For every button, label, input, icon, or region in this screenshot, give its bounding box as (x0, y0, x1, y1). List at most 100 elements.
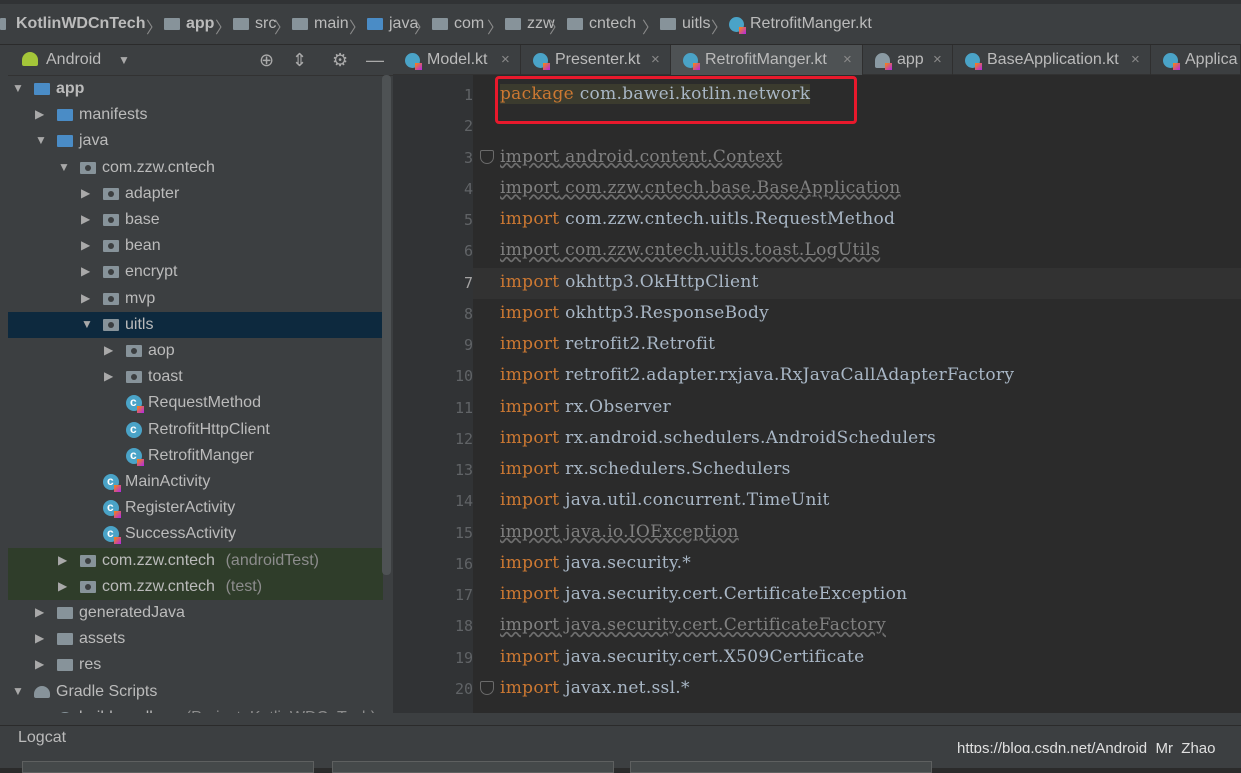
tree-item[interactable]: ▶ manifests (8, 102, 383, 128)
tree-item[interactable]: ▶ res (8, 652, 383, 678)
fold-marker-icon[interactable] (480, 149, 494, 164)
device-selector[interactable] (22, 761, 314, 773)
code-editor[interactable]: package com.bawei.kotlin.network import a… (473, 75, 1241, 713)
code-line[interactable]: import com.zzw.cntech.base.BaseApplicati… (500, 178, 901, 198)
chevron-down-icon[interactable]: ▼ (12, 81, 24, 95)
chevron-right-icon[interactable]: ▶ (58, 553, 67, 567)
chevron-right-icon[interactable]: ▶ (35, 657, 44, 671)
tree-item[interactable]: ▶ bean (8, 233, 383, 259)
breadcrumb-item[interactable]: app (164, 12, 214, 36)
tree-item[interactable]: ▶ com.zzw.cntech (test) (8, 573, 383, 600)
process-selector[interactable] (332, 761, 614, 773)
code-line[interactable]: import java.security.cert.X509Certificat… (500, 647, 865, 667)
locate-icon[interactable]: ⊕ (259, 50, 274, 71)
tree-item[interactable]: ▶ generatedJava (8, 600, 383, 626)
chevron-down-icon[interactable]: ▼ (58, 160, 70, 174)
chevron-down-icon[interactable]: ▼ (12, 684, 24, 698)
tree-item-label: encrypt (125, 263, 178, 281)
package-icon (660, 18, 676, 30)
tree-item[interactable]: ▶ com.zzw.cntech (androidTest) (8, 547, 383, 574)
chevron-right-icon[interactable]: ▶ (81, 264, 90, 278)
close-icon[interactable]: × (1131, 51, 1140, 68)
hide-icon[interactable]: — (366, 50, 384, 71)
editor-tab[interactable]: app × (863, 45, 953, 75)
editor-tab[interactable]: Applica (1151, 45, 1241, 75)
tree-item[interactable]: ▶ base (8, 207, 383, 233)
tree-item[interactable]: ▼ Gradle Scripts (8, 679, 383, 705)
breadcrumb-item[interactable]: cntech (567, 12, 636, 36)
tree-item[interactable]: ▶ toast (8, 364, 383, 390)
chevron-right-icon[interactable]: ▶ (35, 107, 44, 121)
breadcrumb-item[interactable]: KotlinWDCnTech (0, 12, 145, 36)
log-level-selector[interactable] (630, 761, 932, 773)
collapse-all-icon[interactable]: ⇕ (292, 50, 307, 71)
breadcrumb-item[interactable]: zzw (505, 12, 555, 36)
code-line[interactable]: import retrofit2.Retrofit (500, 334, 715, 354)
code-line[interactable]: import java.util.concurrent.TimeUnit (500, 490, 830, 510)
code-line[interactable]: import android.content.Context (500, 147, 782, 167)
close-icon[interactable]: × (651, 51, 660, 68)
fold-marker-icon[interactable] (480, 680, 494, 695)
chevron-right-icon[interactable]: ▶ (104, 343, 113, 357)
tree-item[interactable]: c MainActivity (8, 469, 383, 495)
line-number: 11 (454, 398, 473, 417)
breadcrumb-item[interactable]: src (233, 12, 276, 36)
code-line[interactable]: import retrofit2.adapter.rxjava.RxJavaCa… (500, 365, 1014, 385)
tree-item[interactable]: ▶ aop (8, 338, 383, 364)
breadcrumb-item[interactable]: com (432, 12, 484, 36)
code-line[interactable]: import javax.net.ssl.* (500, 678, 690, 698)
chevron-down-icon[interactable]: ▼ (35, 133, 47, 147)
chevron-down-icon[interactable]: ▼ (81, 317, 93, 331)
tree-item[interactable]: ▶ adapter (8, 181, 383, 207)
editor-tab[interactable]: RetrofitManger.kt × (671, 45, 863, 75)
code-line[interactable]: import rx.schedulers.Schedulers (500, 459, 791, 479)
logcat-tab[interactable]: Logcat (18, 729, 66, 747)
tree-item[interactable]: ▼ java (8, 128, 383, 154)
code-line[interactable]: import rx.android.schedulers.AndroidSche… (500, 428, 936, 448)
code-line[interactable]: import okhttp3.OkHttpClient (500, 272, 759, 292)
code-line[interactable]: import com.zzw.cntech.uitls.toast.LogUti… (500, 240, 880, 260)
chevron-right-icon[interactable]: ▶ (58, 579, 67, 593)
code-line[interactable]: import java.io.IOException (500, 522, 739, 542)
chevron-right-icon[interactable]: ▶ (81, 238, 90, 252)
code-line[interactable]: import java.security.cert.CertificateFac… (500, 615, 886, 635)
chevron-right-icon[interactable]: ▶ (81, 212, 90, 226)
breadcrumb-item[interactable]: uitls (660, 12, 710, 36)
breadcrumb-item[interactable]: java (367, 12, 418, 36)
close-icon[interactable]: × (933, 51, 942, 68)
tree-item[interactable]: c RetrofitManger (8, 443, 383, 469)
chevron-right-icon[interactable]: ▶ (81, 186, 90, 200)
project-scrollbar[interactable] (382, 75, 391, 575)
breadcrumb-item[interactable]: main (292, 12, 349, 36)
close-icon[interactable]: × (501, 51, 510, 68)
tree-item[interactable]: ▼ app (8, 76, 383, 102)
tree-item[interactable]: ▶ encrypt (8, 259, 383, 285)
tree-item[interactable]: build.gradle(Project: KotlinWDCnTech) (8, 705, 383, 713)
code-line[interactable]: import com.zzw.cntech.uitls.RequestMetho… (500, 209, 895, 229)
tree-item[interactable]: ▶ mvp (8, 286, 383, 312)
chevron-right-icon[interactable]: ▶ (35, 605, 44, 619)
code-line[interactable]: import rx.Observer (500, 397, 671, 417)
tree-item[interactable]: ▼ uitls (8, 311, 383, 338)
editor-tab[interactable]: BaseApplication.kt × (953, 45, 1151, 75)
code-line[interactable]: import okhttp3.ResponseBody (500, 303, 769, 323)
editor-tab[interactable]: Model.kt × (393, 45, 521, 75)
tree-item[interactable]: ▶ assets (8, 626, 383, 652)
code-line[interactable]: import java.security.* (500, 553, 691, 573)
project-view-selector[interactable]: Android (46, 51, 101, 69)
tree-item[interactable]: c RegisterActivity (8, 495, 383, 521)
chevron-right-icon[interactable]: ▶ (104, 369, 113, 383)
code-line[interactable]: import java.security.cert.CertificateExc… (500, 584, 907, 604)
tree-item[interactable]: c RetrofitHttpClient (8, 417, 383, 443)
editor-tab[interactable]: Presenter.kt × (521, 45, 671, 75)
tree-item[interactable]: c SuccessActivity (8, 521, 383, 547)
tree-item[interactable]: c RequestMethod (8, 390, 383, 416)
chevron-right-icon[interactable]: ▶ (81, 291, 90, 305)
gear-icon[interactable]: ⚙ (332, 50, 348, 71)
breadcrumb-item[interactable]: RetrofitManger.kt (729, 12, 872, 36)
close-icon[interactable]: × (843, 51, 852, 68)
dropdown-arrow-icon[interactable]: ▼ (118, 53, 130, 67)
tree-item[interactable]: ▼ com.zzw.cntech (8, 155, 383, 181)
project-panel-header: Android ▼ ⊕ ⇕ ⚙ — (8, 45, 393, 76)
chevron-right-icon[interactable]: ▶ (35, 631, 44, 645)
